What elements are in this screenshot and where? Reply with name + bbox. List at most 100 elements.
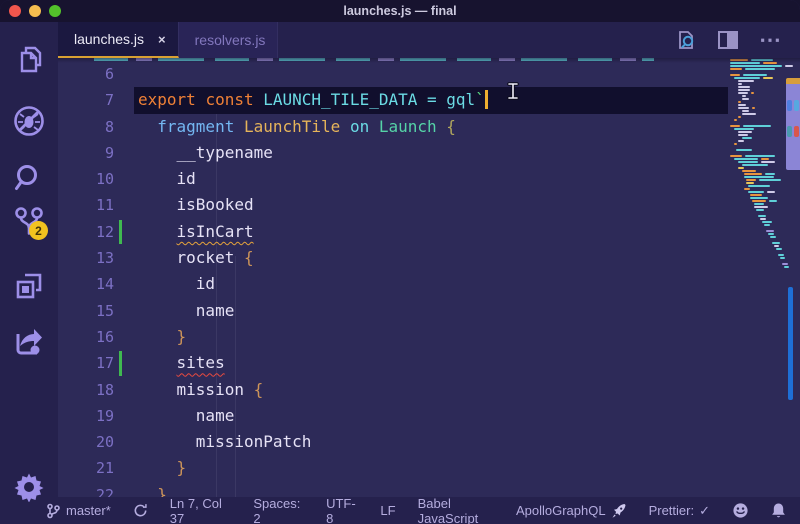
line-text: } (176, 458, 187, 478)
code-line-21[interactable]: 21 } (58, 455, 800, 481)
git-change-indicator (119, 219, 122, 245)
rocket-icon (612, 503, 626, 518)
explorer-icon[interactable] (0, 44, 58, 76)
source-control-badge: 2 (29, 221, 48, 240)
line-number[interactable]: 8 (58, 114, 138, 140)
language-mode[interactable]: Babel JavaScript (407, 496, 505, 524)
code-line-13[interactable]: 13 rocket { (58, 245, 800, 271)
search-icon[interactable] (0, 162, 58, 194)
code-line-8[interactable]: 8 fragment LaunchTile on Launch { (58, 114, 800, 140)
tab-launches-js[interactable]: launches.js × (58, 22, 179, 58)
code-editor[interactable]: 6 7 export const LAUNCH_TILE_DATA = gql` 8 … (58, 58, 800, 497)
bell-icon (772, 503, 785, 518)
cursor-position[interactable]: Ln 7, Col 37 (159, 496, 243, 524)
share-icon[interactable] (0, 324, 58, 358)
sync-button[interactable] (122, 503, 159, 518)
code-line-6[interactable]: 6 (58, 61, 800, 87)
more-actions-icon[interactable]: ⋯ (759, 27, 782, 53)
line-number[interactable]: 16 (58, 324, 138, 350)
line-text: mission { (176, 379, 264, 399)
tab-label: resolvers.js (194, 32, 266, 48)
code-line-14[interactable]: 14 id (58, 271, 800, 297)
check-icon: ✓ (699, 502, 710, 518)
code-line-12[interactable]: 12 isInCart (58, 219, 800, 245)
line-text: missionPatch (195, 432, 312, 452)
line-number[interactable]: 7 (58, 87, 138, 113)
search-file-icon[interactable] (675, 29, 697, 51)
git-branch-icon (47, 503, 60, 518)
line-text: isBooked (176, 195, 254, 215)
code-line-11[interactable]: 11 isBooked (58, 192, 800, 218)
title-bar: launches.js — final (0, 0, 800, 22)
line-number[interactable]: 22 (58, 482, 138, 497)
prettier-item[interactable]: Prettier: ✓ (638, 503, 721, 519)
line-number[interactable]: 17 (58, 350, 138, 376)
edge-popup (786, 78, 800, 170)
code-line-19[interactable]: 19 name (58, 403, 800, 429)
code-line-10[interactable]: 10 id (58, 166, 800, 192)
line-text: export const LAUNCH_TILE_DATA = gql` (138, 87, 488, 113)
line-text: name (195, 405, 235, 425)
smiley-icon (733, 503, 748, 518)
code-line-17[interactable]: 17 sites (58, 350, 800, 376)
indentation-setting[interactable]: Spaces: 2 (242, 496, 315, 524)
line-text: rocket { (176, 248, 254, 268)
code-line-18[interactable]: 18 mission { (58, 377, 800, 403)
scrollbar-handle[interactable] (788, 287, 793, 400)
text-cursor (484, 90, 488, 110)
line-number[interactable]: 21 (58, 455, 138, 481)
line-number[interactable]: 9 (58, 140, 138, 166)
encoding-setting[interactable]: UTF-8 (315, 496, 369, 524)
git-branch-item[interactable]: master* (46, 503, 122, 519)
line-text: __typename (176, 142, 273, 162)
line-number[interactable]: 6 (58, 61, 138, 87)
close-tab-icon[interactable]: × (158, 32, 166, 47)
line-number[interactable]: 10 (58, 166, 138, 192)
code-line-9[interactable]: 9 __typename (58, 140, 800, 166)
apollo-graphql-item[interactable]: ApolloGraphQL (505, 503, 638, 519)
line-number[interactable]: 18 (58, 377, 138, 403)
sync-icon (134, 504, 147, 517)
line-text: isInCart (176, 221, 254, 241)
line-number[interactable]: 15 (58, 298, 138, 324)
line-number[interactable]: 20 (58, 429, 138, 455)
extensions-icon[interactable] (0, 270, 58, 302)
code-line-7[interactable]: 7 export const LAUNCH_TILE_DATA = gql` (58, 87, 800, 114)
editor-actions: ⋯ (675, 22, 800, 58)
tab-bar: launches.js × resolvers.js ⋯ (58, 22, 800, 63)
code-lines: 6 7 export const LAUNCH_TILE_DATA = gql` 8 … (58, 61, 800, 497)
line-text: name (195, 300, 235, 320)
line-number[interactable]: 19 (58, 403, 138, 429)
code-line-20[interactable]: 20 missionPatch (58, 429, 800, 455)
tab-label: launches.js (74, 31, 145, 47)
minimap[interactable] (730, 59, 793, 269)
eol-setting[interactable]: LF (369, 503, 406, 518)
line-text: } (157, 484, 167, 497)
code-line-16[interactable]: 16 } (58, 324, 800, 350)
line-number[interactable]: 13 (58, 245, 138, 271)
activity-bar: 2 (0, 22, 58, 502)
line-number[interactable]: 11 (58, 192, 138, 218)
notifications-bell-button[interactable] (760, 502, 786, 519)
no-bugs-icon[interactable] (0, 104, 58, 138)
branch-label: master* (66, 503, 111, 518)
line-text: sites (176, 353, 225, 373)
mouse-ibeam-cursor (507, 82, 519, 100)
split-editor-icon[interactable] (717, 30, 739, 50)
settings-gear-icon[interactable] (0, 472, 58, 502)
line-number[interactable]: 14 (58, 271, 138, 297)
line-text: fragment LaunchTile on Launch { (157, 116, 456, 136)
code-line-22[interactable]: 22 } (58, 482, 800, 497)
git-change-indicator (119, 351, 122, 376)
line-text: id (176, 169, 196, 189)
line-text: id (195, 274, 216, 294)
code-line-15[interactable]: 15 name (58, 298, 800, 324)
line-number[interactable]: 12 (58, 219, 138, 245)
line-text: } (176, 326, 187, 346)
feedback-smiley-button[interactable] (721, 502, 760, 519)
status-bar: master* Ln 7, Col 37 Spaces: 2 UTF-8 LF … (0, 496, 800, 524)
source-control-icon[interactable]: 2 (0, 205, 58, 240)
tab-resolvers-js[interactable]: resolvers.js (178, 22, 279, 58)
window-title: launches.js — final (343, 4, 457, 18)
vscode-window: launches.js — final 2 launches.js × reso… (0, 0, 800, 524)
